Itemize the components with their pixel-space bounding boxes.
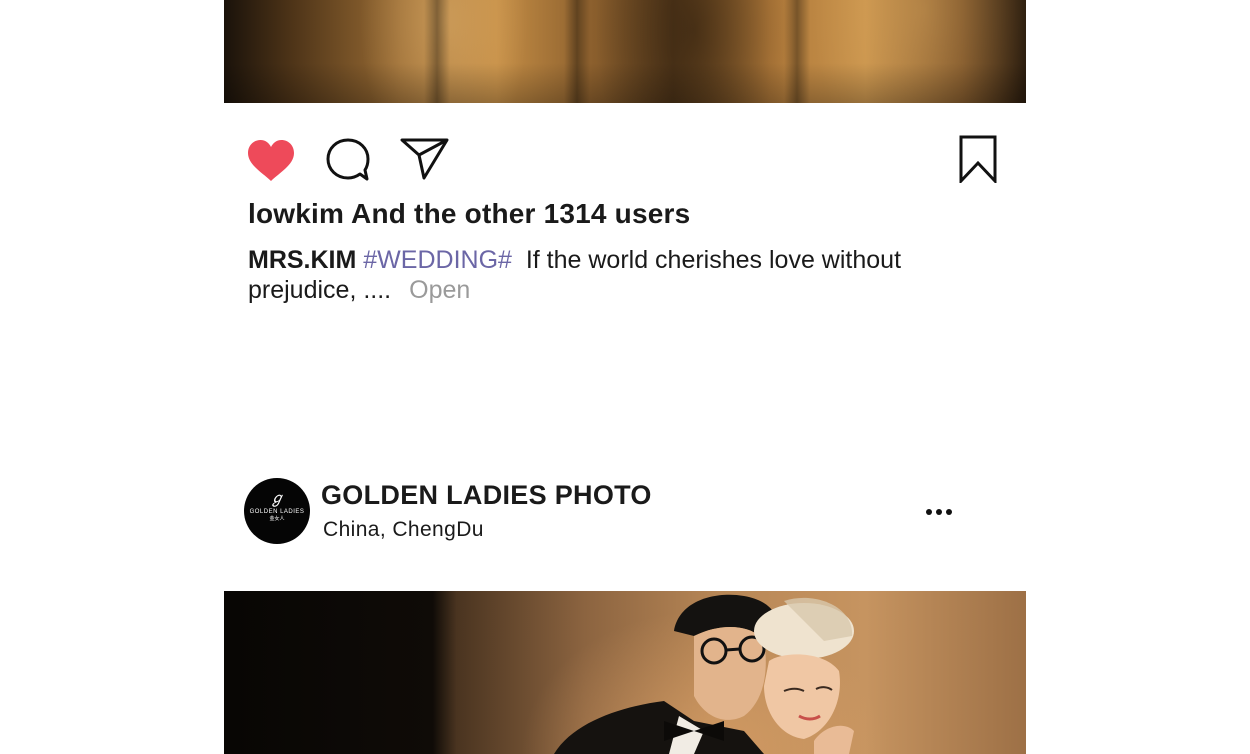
- caption-hashtag[interactable]: #WEDDING#: [363, 246, 512, 274]
- more-dots-icon[interactable]: [922, 498, 962, 524]
- post-header: ℊ GOLDEN LADIES 金女人 GOLDEN LADIES PHOTO …: [224, 478, 1026, 546]
- post-actions-bar: [224, 133, 1026, 185]
- feed: lowkim And the other 1314 users MRS.KIM …: [224, 0, 1026, 754]
- send-icon[interactable]: [400, 137, 450, 186]
- heart-icon[interactable]: [246, 139, 296, 188]
- post-photo-bottom[interactable]: [224, 591, 1026, 754]
- likes-count[interactable]: lowkim And the other 1314 users: [248, 198, 690, 230]
- post-photo-top[interactable]: [224, 0, 1026, 103]
- avatar-sub-text: 金女人: [269, 516, 285, 522]
- post-caption: MRS.KIM #WEDDING# If the world cherishes…: [248, 245, 928, 305]
- photo-shade: [224, 63, 1026, 103]
- caption-open-link[interactable]: Open: [409, 276, 470, 304]
- location[interactable]: China, ChengDu: [323, 518, 484, 542]
- bookmark-icon[interactable]: [958, 135, 998, 188]
- avatar[interactable]: ℊ GOLDEN LADIES 金女人: [244, 478, 310, 544]
- comment-icon[interactable]: [325, 137, 371, 188]
- avatar-brand-text: GOLDEN LADIES: [249, 509, 305, 515]
- account-name[interactable]: GOLDEN LADIES PHOTO: [321, 480, 652, 511]
- caption-username[interactable]: MRS.KIM: [248, 246, 356, 274]
- avatar-monogram: ℊ: [269, 489, 285, 507]
- couple-photo-illustration: [554, 594, 854, 754]
